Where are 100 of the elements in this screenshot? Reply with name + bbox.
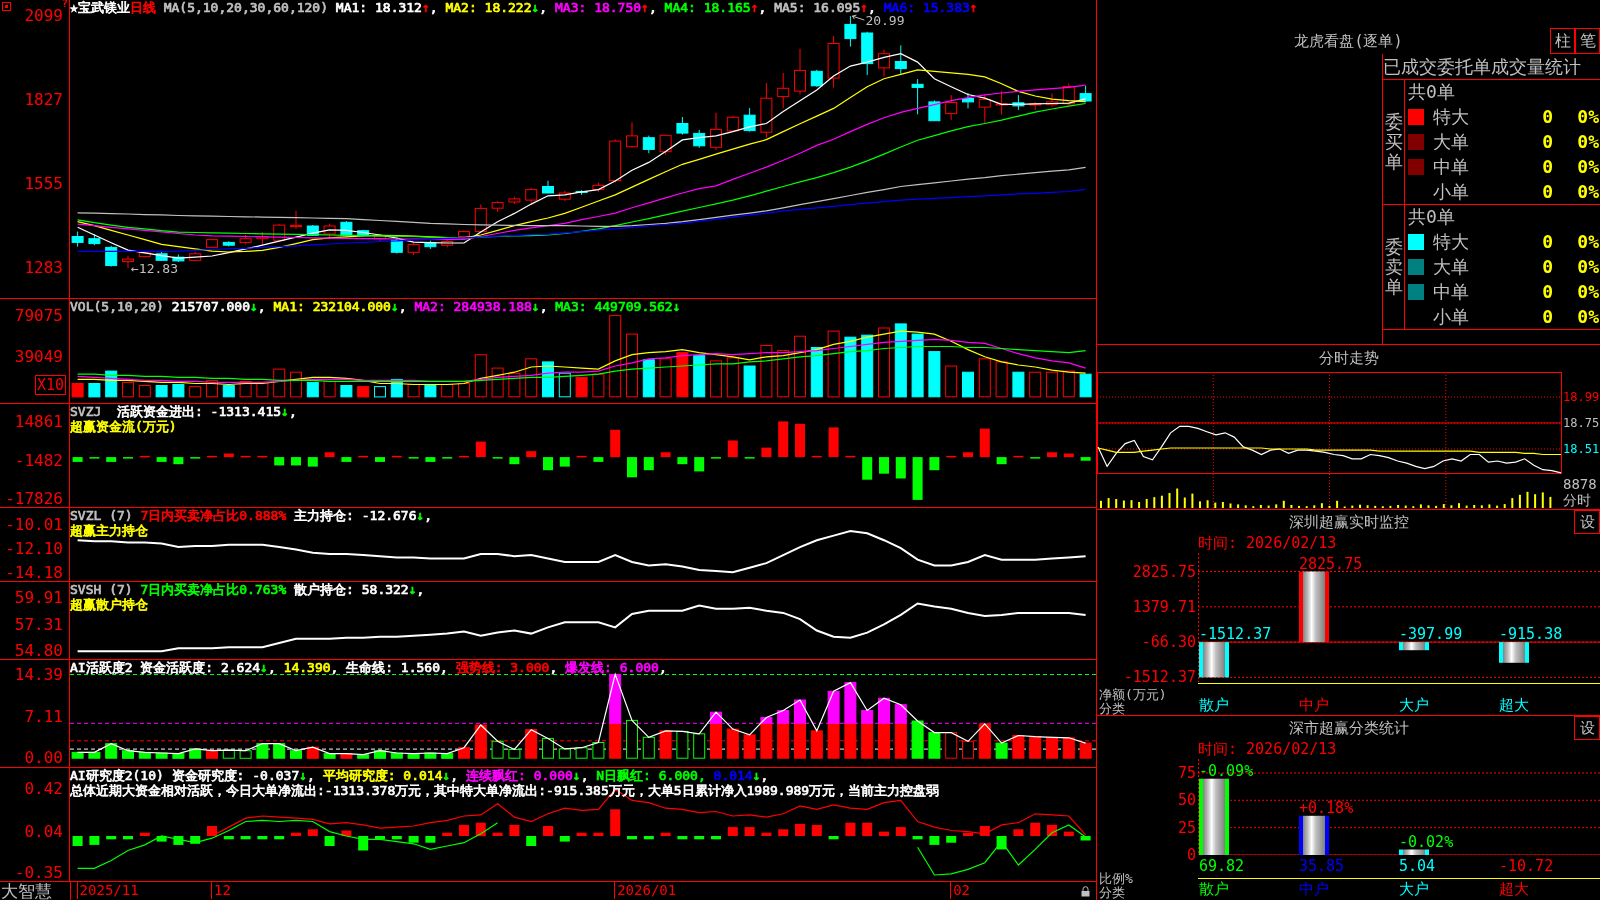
axis-label: 1827 (24, 92, 63, 109)
axis-label: 75 (1177, 766, 1196, 780)
panel-title: 分时走势 (1318, 348, 1379, 369)
axis-label: -14.18 (5, 565, 63, 581)
category-label: 散户 (1199, 880, 1229, 899)
axis-label: 0.42 (24, 781, 63, 798)
value-label: -10.72 (1499, 856, 1554, 877)
timestamp-label: 时间: 2026/02/13 (1198, 740, 1337, 759)
date-label: 12 (211, 882, 231, 899)
panel-title: 深市超赢分类统计 (1288, 718, 1409, 739)
order-size-label: 小单 (1433, 304, 1469, 329)
category-label: 大户 (1399, 696, 1429, 716)
indicator-caption: 超赢散户持仓 (70, 597, 148, 612)
axis-label: 1283 (24, 260, 63, 276)
axis-label: 1555 (24, 176, 63, 192)
order-size-label: 中单 (1433, 154, 1469, 179)
timestamp-label: 时间: 2026/02/13 (1198, 534, 1337, 553)
axis-label: -12.10 (5, 541, 63, 558)
axis-label: -66.30 (1141, 635, 1196, 650)
order-total: 共0单 (1407, 205, 1455, 229)
axis-label: -0.35 (14, 865, 63, 881)
category-label: 大户 (1399, 880, 1429, 899)
panel-title: 龙虎看盘(逐单) (1294, 32, 1403, 50)
order-percent: 0% (1577, 156, 1599, 177)
axis-title: 净额(万元) (1099, 688, 1167, 702)
change-label: -0.02% (1399, 832, 1454, 851)
axis-title: 分类 (1099, 702, 1125, 716)
price-label: ←12.83 (131, 261, 178, 276)
brand-label: 大智慧 (0, 882, 52, 900)
indicator-caption: 超赢资金流(万元) (70, 419, 177, 434)
date-label: 2026/01 (614, 882, 677, 899)
order-percent: 0% (1577, 231, 1599, 252)
order-percent: 0% (1577, 281, 1599, 302)
unit-label: X10 (34, 375, 66, 395)
table-title: 已成交委托单成交量统计 (1383, 54, 1600, 80)
order-size-label: 特大 (1433, 229, 1469, 254)
indicator-legend: ★宝武镁业日线 MA(5,10,20,30,60,120) MA1: 18.312↑, MA2: 18.222↓, MA3: 18.750↑, MA4: 18.165↑, MA5: 16.095↑, MA6: 15.383↑ (70, 0, 978, 15)
data-label: -1512.37 (1199, 625, 1272, 644)
order-percent: 0% (1577, 181, 1599, 202)
category-label: 超大 (1499, 696, 1529, 716)
order-count: 0 (1542, 281, 1553, 302)
axis-label: 79075 (14, 307, 63, 324)
order-size-label: 特大 (1433, 104, 1469, 129)
axis-label: 7.11 (24, 708, 63, 725)
axis-label: -1482 (14, 452, 63, 469)
axis-label: 18.75 (1563, 415, 1600, 431)
scale-label: 8878 (1563, 476, 1597, 492)
axis-label: 25 (1177, 820, 1196, 835)
order-percent: 0% (1577, 106, 1599, 127)
value-label: 35.85 (1299, 856, 1345, 877)
axis-label: -10.01 (5, 517, 63, 534)
annotation: 20.99 (865, 13, 905, 29)
order-size-label: 中单 (1433, 279, 1469, 304)
axis-label: -1512.37 (1123, 670, 1196, 685)
order-count: 0 (1542, 231, 1553, 252)
axis-title: 比例% (1099, 872, 1133, 886)
axis-label: 18.99 (1563, 389, 1600, 405)
axis-label: -17826 (5, 491, 63, 507)
change-label: +0.18% (1299, 798, 1354, 817)
axis-title: 分类 (1099, 886, 1125, 900)
axis-label: 59.91 (14, 590, 63, 607)
order-size-label: 大单 (1433, 129, 1469, 154)
change-label: -0.09% (1199, 761, 1254, 780)
order-total: 共0单 (1407, 80, 1455, 104)
order-count: 0 (1542, 156, 1553, 177)
order-percent: 0% (1577, 306, 1599, 327)
value-label: 69.82 (1199, 856, 1245, 877)
indicator-legend: SVZL (7) 7日内买卖净占比0.888% 主力持仓: -12.676↓, (70, 508, 433, 523)
axis-label: 54.80 (14, 643, 63, 659)
axis-label: 0.04 (24, 823, 63, 840)
order-percent: 0% (1577, 131, 1599, 152)
group-label: 委买单 (1384, 112, 1403, 172)
axis-label: 2825.75 (1132, 564, 1196, 579)
order-size-label: 大单 (1433, 254, 1469, 279)
order-count: 0 (1542, 131, 1553, 152)
axis-label: 57.31 (14, 617, 63, 634)
order-size-label: 小单 (1433, 179, 1469, 204)
axis-label: 50 (1177, 793, 1196, 808)
axis-label: 39049 (14, 348, 63, 365)
price-label: 20.99 (851, 13, 905, 29)
data-label: -397.99 (1399, 625, 1463, 644)
panel-title: 深圳超赢实时监控 (1288, 512, 1409, 533)
indicator-legend: SVSH (7) 7日内买卖净占比0.763% 散户持仓: 58.322↓, (70, 582, 425, 597)
axis-label: 2099 (24, 8, 63, 25)
category-label: 散户 (1199, 696, 1229, 716)
indicator-legend: VOL(5,10,20) 215707.000↓, MA1: 232104.000↓, MA2: 284938.188↓, MA3: 449709.562↓ (70, 299, 681, 314)
data-label: 2825.75 (1299, 554, 1363, 573)
axis-label: 1379.71 (1132, 599, 1196, 614)
value-label: 5.04 (1399, 856, 1436, 877)
axis-label: 18.51 (1563, 441, 1600, 457)
category-label: 中户 (1299, 880, 1329, 899)
data-label: -915.38 (1499, 625, 1563, 644)
order-count: 0 (1542, 181, 1553, 202)
indicator-legend: AI研究度2(10) 资金研究度: -0.037↓, 平均研究度: 0.014↓, 连续飘红: 0.000↓, N日飘红: 6.000, 0.014↓, (70, 768, 769, 783)
category-label: 超大 (1499, 880, 1529, 899)
axis-label: 0.00 (24, 750, 63, 767)
axis-label: 14861 (14, 413, 63, 430)
order-count: 0 (1542, 256, 1553, 277)
indicator-caption: 超赢主力持仓 (70, 523, 148, 538)
category-label: 中户 (1299, 696, 1329, 716)
